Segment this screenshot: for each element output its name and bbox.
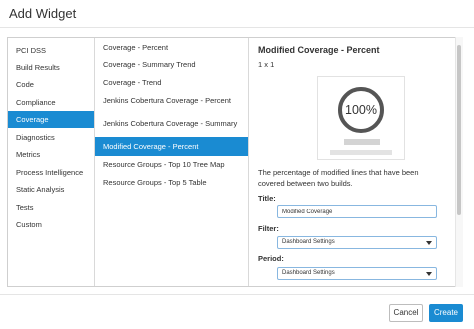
title-label: Title: [258, 194, 276, 203]
filter-select-value: Dashboard Settings [282, 239, 335, 245]
widget-preview: 100% [317, 76, 405, 160]
category-item-code[interactable]: Code [8, 76, 94, 93]
category-item-compliance[interactable]: Compliance [8, 94, 94, 111]
dialog-title: Add Widget [9, 6, 77, 21]
widget-picker: PCI DSS Build Results Code Compliance Co… [7, 37, 463, 287]
widget-description: The percentage of modified lines that ha… [258, 168, 419, 188]
category-item-pci-dss[interactable]: PCI DSS [8, 42, 94, 59]
widget-item-cobertura-percent[interactable]: Jenkins Cobertura Coverage - Percent [95, 92, 248, 109]
category-item-custom[interactable]: Custom [8, 216, 94, 233]
chevron-down-icon [426, 272, 432, 276]
category-item-coverage[interactable]: Coverage [8, 111, 94, 128]
widget-item-coverage-trend[interactable]: Coverage - Trend [95, 74, 248, 91]
footer-divider [0, 294, 474, 295]
preview-ring: 100% [338, 87, 384, 133]
widget-size: 1 x 1 [258, 60, 275, 69]
filter-label: Filter: [258, 224, 279, 233]
filter-select[interactable]: Dashboard Settings [277, 236, 437, 249]
period-select-value: Dashboard Settings [282, 270, 335, 276]
category-item-diagnostics[interactable]: Diagnostics [8, 129, 94, 146]
category-item-build-results[interactable]: Build Results [8, 59, 94, 76]
dialog-header: Add Widget [0, 0, 474, 28]
category-item-static-analysis[interactable]: Static Analysis [8, 181, 94, 198]
period-select[interactable]: Dashboard Settings [277, 267, 437, 280]
widget-item-resource-groups-table[interactable]: Resource Groups - Top 5 Table [95, 174, 248, 191]
widget-item-coverage-summary-trend[interactable]: Coverage - Summary Trend [95, 56, 248, 73]
title-input[interactable] [277, 205, 437, 218]
widget-item-modified-coverage-percent[interactable]: Modified Coverage - Percent [95, 137, 248, 156]
widget-item-resource-groups-tree-map[interactable]: Resource Groups - Top 10 Tree Map [95, 156, 248, 173]
widget-detail-title: Modified Coverage - Percent [258, 45, 380, 55]
widget-item-coverage-percent[interactable]: Coverage - Percent [95, 39, 248, 56]
preview-value: 100% [345, 103, 377, 117]
create-button[interactable]: Create [429, 304, 463, 322]
cancel-button[interactable]: Cancel [389, 304, 423, 322]
period-label: Period: [258, 254, 284, 263]
preview-placeholder-bar [330, 150, 392, 155]
chevron-down-icon [426, 241, 432, 245]
category-list: PCI DSS Build Results Code Compliance Co… [8, 38, 95, 286]
preview-placeholder-bar [344, 139, 380, 145]
category-item-process-intelligence[interactable]: Process Intelligence [8, 164, 94, 181]
detail-scrollbar-thumb[interactable] [457, 45, 461, 215]
widget-detail: Modified Coverage - Percent 1 x 1 100% T… [249, 38, 462, 286]
widget-item-cobertura-summary[interactable]: Jenkins Cobertura Coverage - Summary [95, 109, 248, 137]
widget-list: Coverage - Percent Coverage - Summary Tr… [95, 38, 249, 286]
category-item-tests[interactable]: Tests [8, 199, 94, 216]
category-item-metrics[interactable]: Metrics [8, 146, 94, 163]
